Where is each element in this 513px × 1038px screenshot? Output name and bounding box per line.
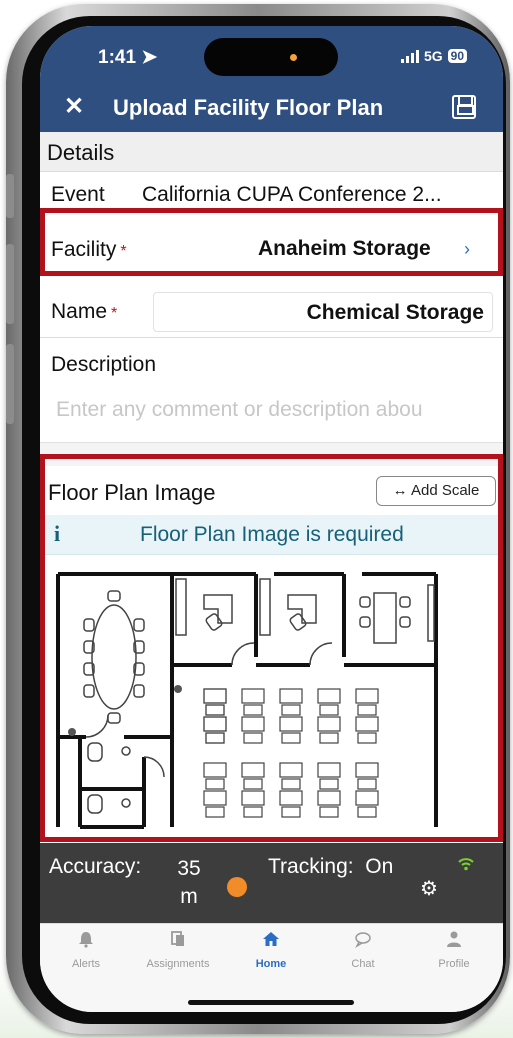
status-bar: 1:41 ➤ 5G 90	[40, 26, 503, 84]
time-text: 1:41	[98, 47, 137, 68]
volume-down-button	[6, 344, 14, 424]
assignments-icon	[171, 931, 184, 946]
dynamic-island	[204, 38, 338, 76]
floor-plan-highlight	[40, 454, 503, 842]
volume-up-button	[6, 244, 14, 324]
accuracy-label: Accuracy:	[49, 855, 142, 878]
tracking-bar: Accuracy: 35 m Tracking: On ⚙	[40, 843, 503, 923]
name-label-text: Name	[51, 300, 108, 323]
tab-alerts[interactable]: Alerts	[40, 930, 132, 970]
tab-label: Profile	[438, 958, 470, 970]
status-time: 1:41 ➤	[98, 46, 157, 69]
signal-icon	[400, 49, 419, 63]
name-value: Chemical Storage	[306, 301, 484, 324]
mute-switch	[6, 174, 14, 218]
tab-profile[interactable]: Profile	[408, 930, 500, 970]
tab-home[interactable]: Home	[225, 930, 317, 970]
home-icon	[263, 932, 279, 946]
event-label: Event	[51, 183, 105, 206]
name-input[interactable]: Chemical Storage	[153, 292, 493, 332]
tab-label: Alerts	[71, 958, 101, 970]
tab-label: Chat	[351, 958, 375, 970]
tracking-label: Tracking: On	[268, 855, 393, 879]
description-row: Description Enter any comment or descrip…	[40, 338, 503, 442]
network-type: 5G	[423, 48, 443, 64]
required-mark: *	[111, 305, 118, 322]
details-title: Details	[47, 140, 115, 165]
profile-icon	[447, 931, 461, 947]
name-label: Name *	[51, 300, 117, 324]
home-indicator	[188, 1000, 354, 1005]
bell-icon	[79, 932, 93, 948]
accuracy-value: 35 m	[169, 855, 209, 911]
privacy-indicator	[290, 54, 297, 61]
close-icon[interactable]: ✕	[64, 92, 84, 121]
wifi-icon	[458, 858, 474, 871]
details-section-header: Details	[40, 132, 503, 172]
battery-icon: 90	[447, 49, 467, 63]
status-indicators: 5G 90	[400, 48, 467, 64]
tab-assignments[interactable]: Assignments	[132, 930, 224, 970]
gear-icon[interactable]: ⚙	[420, 876, 438, 901]
description-label: Description	[51, 353, 157, 376]
tab-bar: Alerts Assignments Home Chat Profile	[40, 923, 503, 1012]
accuracy-number: 35	[177, 857, 201, 880]
name-row: Name * Chemical Storage	[40, 286, 503, 338]
event-row[interactable]: Event California CUPA Conference 2...	[40, 172, 503, 212]
header-bar: ✕ Upload Facility Floor Plan	[40, 84, 503, 132]
location-arrow-icon: ➤	[141, 47, 158, 68]
event-value: California CUPA Conference 2...	[142, 183, 442, 206]
tab-chat[interactable]: Chat	[317, 930, 409, 970]
page-title: Upload Facility Floor Plan	[113, 95, 384, 120]
accuracy-unit: m	[180, 885, 198, 908]
description-input[interactable]: Enter any comment or description abou	[56, 398, 423, 422]
accuracy-status-dot	[227, 877, 247, 897]
app-screen: 1:41 ➤ 5G 90 ✕ Upload Facility Floor Pla…	[40, 26, 503, 1012]
tab-label: Home	[255, 958, 287, 970]
save-icon[interactable]	[452, 95, 476, 119]
tracking-label-text: Tracking:	[268, 855, 354, 878]
facility-highlight	[40, 208, 503, 276]
tracking-value: On	[365, 855, 394, 878]
tab-label: Assignments	[146, 958, 210, 970]
chat-icon	[355, 932, 371, 948]
